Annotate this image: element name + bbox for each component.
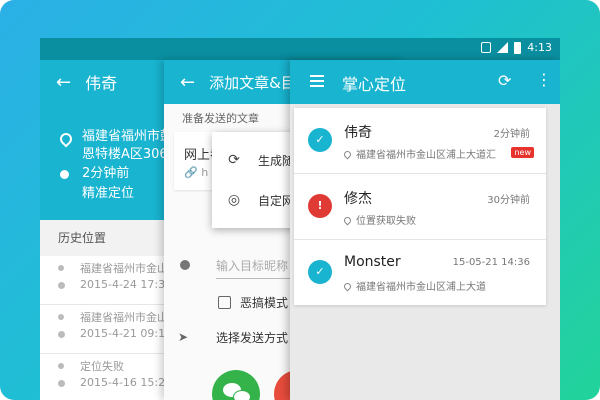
refresh-icon: ⟳	[228, 152, 240, 168]
list-item[interactable]: ✓ Monster 15-05-21 14:36 福建省福州市金山区浦上大道	[294, 240, 546, 305]
pin-icon	[58, 363, 64, 369]
contact-name: 修杰	[344, 191, 372, 207]
detail-time: 2分钟前 精准定位	[82, 164, 134, 204]
signal-icon	[497, 42, 509, 53]
pin-icon	[58, 314, 64, 320]
more-icon[interactable]: ⋮	[536, 70, 552, 89]
vibrate-icon	[481, 42, 492, 53]
precision-label: 精准定位	[82, 186, 135, 201]
prank-mode-checkbox[interactable]	[218, 296, 231, 309]
clock-icon	[58, 380, 65, 387]
menu-item-label: 生成随	[258, 153, 295, 168]
clock-icon	[60, 170, 69, 179]
main-appbar: 掌心定位 ⟳ ⋮	[290, 60, 560, 104]
contact-time: 15-05-21 14:36	[452, 257, 530, 268]
pin-icon	[58, 265, 64, 271]
contact-name: 伟奇	[344, 125, 372, 141]
check-icon: ✓	[308, 128, 332, 152]
contact-address: 位置获取失败	[342, 212, 416, 227]
menu-item-label: 自定网	[258, 193, 295, 208]
address-text: 福建省福州市金山区浦上大道	[356, 282, 486, 293]
person-icon	[180, 260, 190, 270]
add-article-title: 添加文章&目	[209, 73, 296, 92]
address-text: 福建省福州市金山区浦上大道汇	[356, 150, 496, 161]
detail-title: 伟奇	[85, 74, 118, 93]
contact-name: Monster	[344, 254, 401, 270]
history-date: 2015-4-24 17:34	[80, 278, 173, 291]
contact-address: 福建省福州市金山区浦上大道	[342, 278, 486, 293]
location-list-screen: 掌心定位 ⟳ ⋮ ✓ 伟奇 2分钟前 福建省福州市金山区浦上大道汇 new ! …	[290, 60, 560, 400]
wechat-share-button[interactable]	[212, 370, 260, 400]
error-icon: !	[308, 194, 332, 218]
article-link: 🔗 h	[184, 166, 209, 179]
list-item[interactable]: ! 修杰 30分钟前 位置获取失败	[294, 174, 546, 240]
prank-mode-label: 恶搞模式	[240, 296, 289, 310]
history-date: 2015-4-21 09:16	[80, 327, 173, 340]
check-icon: ✓	[308, 260, 332, 284]
history-date: 2015-4-16 15:20	[80, 376, 173, 389]
pin-icon	[342, 149, 353, 160]
phone-screen: 4:13 ← 伟奇 福建省福州市鼓 恩特楼A区306 2分钟前 精准定位 历史位…	[40, 38, 560, 400]
history-place: 福建省福州市金山	[80, 311, 168, 324]
arrow-left-icon[interactable]: ←	[180, 72, 195, 93]
globe-icon: ◎	[227, 192, 241, 208]
pin-icon	[342, 281, 353, 292]
send-method-label: 选择发送方式	[216, 331, 289, 345]
new-badge: new	[511, 147, 534, 158]
list-item[interactable]: ✓ 伟奇 2分钟前 福建省福州市金山区浦上大道汇 new	[294, 108, 546, 174]
contact-time: 2分钟前	[493, 129, 530, 140]
time-ago: 2分钟前	[82, 166, 130, 181]
contact-address: 福建省福州市金山区浦上大道汇	[342, 146, 496, 161]
wechat-icon-bubble	[233, 390, 251, 400]
contact-time: 30分钟前	[487, 195, 530, 206]
article-link-text: h	[201, 166, 209, 179]
address-text: 位置获取失败	[356, 216, 416, 227]
send-icon: ➤	[178, 330, 189, 344]
pin-icon	[342, 215, 353, 226]
section-label: 准备发送的文章	[182, 112, 259, 125]
background: 4:13 ← 伟奇 福建省福州市鼓 恩特楼A区306 2分钟前 精准定位 历史位…	[0, 0, 600, 400]
status-bar: 4:13	[40, 38, 560, 60]
refresh-icon[interactable]: ⟳	[498, 71, 511, 90]
clock-icon	[58, 331, 65, 338]
clock-icon	[58, 282, 65, 289]
app-title: 掌心定位	[342, 75, 407, 94]
status-time: 4:13	[527, 41, 552, 54]
history-place: 定位失败	[80, 360, 124, 373]
location-pin-icon	[57, 130, 75, 148]
contact-list: ✓ 伟奇 2分钟前 福建省福州市金山区浦上大道汇 new ! 修杰 30分钟前 …	[294, 108, 546, 305]
menu-icon[interactable]	[310, 75, 324, 87]
history-place: 福建省福州市金山	[80, 262, 168, 275]
battery-icon	[514, 41, 522, 54]
arrow-left-icon[interactable]: ←	[56, 72, 71, 93]
